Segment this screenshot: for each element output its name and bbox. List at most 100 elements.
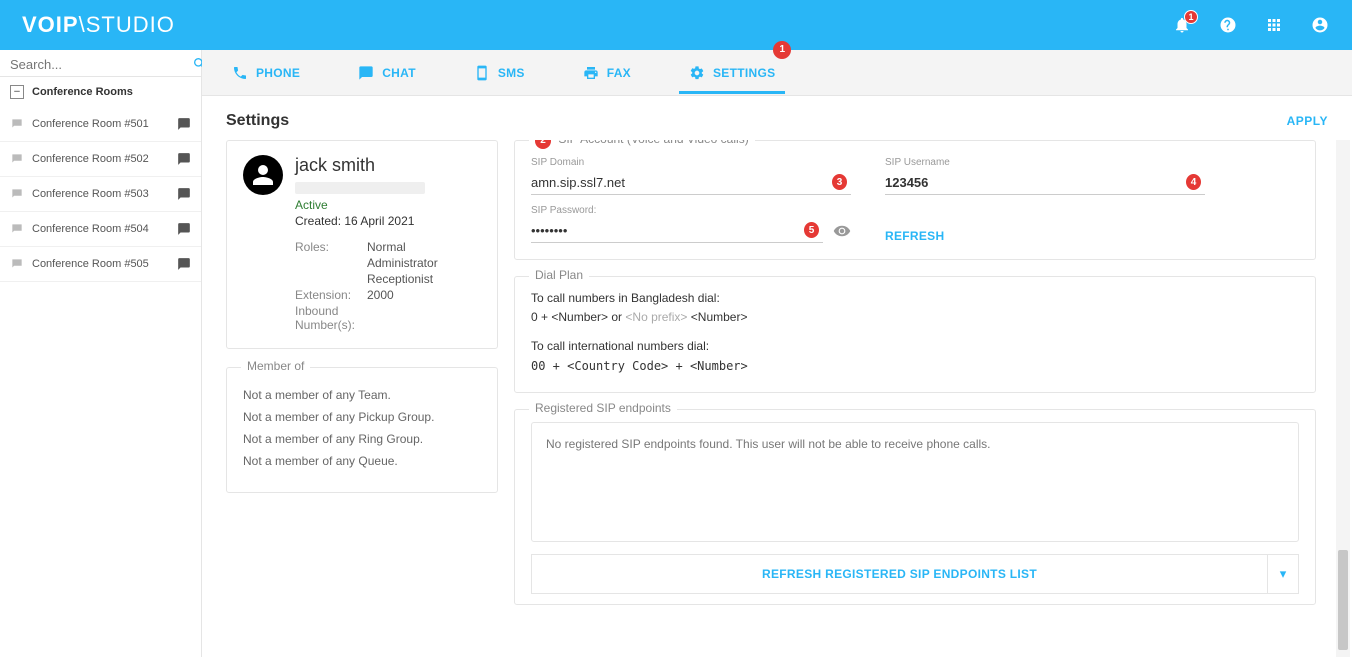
sip-account-legend: 2 SIP Account (Voice and Video calls)	[529, 140, 755, 149]
extension-value: 2000	[367, 288, 394, 302]
member-of-legend: Member of	[241, 359, 310, 373]
member-of-section: Member of Not a member of any Team. Not …	[226, 367, 498, 493]
phone-icon	[232, 65, 248, 81]
sip-password-field: SIP Password: 5	[531, 205, 851, 243]
logo-separator: \	[79, 12, 86, 37]
inbound-label: Inbound Number(s):	[295, 304, 367, 332]
logo-part1: VOIP	[22, 12, 79, 37]
fax-icon	[583, 65, 599, 81]
tab-label: PHONE	[256, 66, 300, 80]
roles-value: Administrator	[367, 256, 438, 270]
tab-label: SMS	[498, 66, 525, 80]
smartphone-icon	[474, 65, 490, 81]
dial-plan-line: To call numbers in Bangladesh dial:	[531, 289, 1299, 308]
refresh-endpoints-button-group: REFRESH REGISTERED SIP ENDPOINTS LIST ▾	[531, 554, 1299, 594]
annotation-2: 2	[535, 140, 551, 149]
dial-plan-code: 00 + <Country Code> + <Number>	[531, 357, 1299, 376]
tab-sms[interactable]: SMS	[468, 53, 531, 93]
tab-label: CHAT	[382, 66, 416, 80]
tab-label: FAX	[607, 66, 631, 80]
sip-domain-input[interactable]	[531, 175, 832, 190]
annotation-5: 5	[804, 222, 819, 238]
dial-plan-code: 0 + <Number> or <No prefix> <Number>	[531, 308, 1299, 327]
sidebar-room-item[interactable]: Conference Room #504	[0, 212, 201, 247]
refresh-button[interactable]: REFRESH	[885, 229, 1205, 243]
tab-fax[interactable]: FAX	[577, 53, 637, 93]
tab-chat[interactable]: CHAT	[352, 53, 422, 93]
sip-password-label: SIP Password:	[531, 205, 851, 216]
sidebar-room-item[interactable]: Conference Room #502	[0, 142, 201, 177]
sidebar-room-item[interactable]: Conference Room #503	[0, 177, 201, 212]
endpoints-empty-message: No registered SIP endpoints found. This …	[531, 422, 1299, 542]
tab-phone[interactable]: PHONE	[226, 53, 306, 93]
tab-label: SETTINGS	[713, 66, 775, 80]
chat-icon[interactable]	[177, 187, 191, 201]
sidebar-item-label: Conference Room #501	[32, 118, 149, 130]
sip-password-input[interactable]	[531, 223, 804, 238]
chat-icon	[358, 65, 374, 81]
annotation-3: 3	[832, 174, 847, 190]
account-icon[interactable]	[1310, 15, 1330, 35]
sidebar-item-label: Conference Room #505	[32, 258, 149, 270]
search-input[interactable]	[10, 57, 186, 72]
refresh-endpoints-dropdown[interactable]: ▾	[1267, 554, 1299, 594]
sidebar-item-label: Conference Room #504	[32, 223, 149, 235]
profile-card: jack smith Active Created: 16 April 2021…	[226, 140, 498, 349]
chat-icon[interactable]	[177, 222, 191, 236]
sip-username-input[interactable]	[885, 175, 1186, 190]
notification-badge: 1	[1184, 10, 1198, 24]
sidebar-room-item[interactable]: Conference Room #501	[0, 107, 201, 142]
sidebar-item-label: Conference Room #503	[32, 188, 149, 200]
profile-name: jack smith	[295, 155, 438, 176]
sip-domain-field: SIP Domain 3	[531, 157, 851, 195]
sip-username-field: SIP Username 4	[885, 157, 1205, 195]
avatar	[243, 155, 283, 195]
collapse-icon[interactable]: −	[10, 85, 24, 99]
chat-bubble-icon	[10, 117, 24, 131]
member-of-line: Not a member of any Queue.	[243, 454, 481, 468]
chat-icon[interactable]	[177, 152, 191, 166]
annotation-1: 1	[773, 41, 791, 59]
profile-status: Active	[295, 198, 438, 212]
roles-label: Roles:	[295, 240, 367, 254]
vertical-scrollbar[interactable]	[1336, 140, 1350, 657]
show-password-icon[interactable]	[833, 222, 851, 240]
chat-bubble-icon	[10, 222, 24, 236]
dial-plan-line: To call international numbers dial:	[531, 337, 1299, 356]
sidebar-section-header[interactable]: − Conference Rooms	[0, 77, 201, 107]
refresh-endpoints-button[interactable]: REFRESH REGISTERED SIP ENDPOINTS LIST	[531, 554, 1267, 594]
sidebar-search-row	[0, 50, 201, 77]
gear-icon	[689, 65, 705, 81]
endpoints-legend: Registered SIP endpoints	[529, 401, 677, 415]
help-icon[interactable]	[1218, 15, 1238, 35]
chat-bubble-icon	[10, 152, 24, 166]
sidebar: − Conference Rooms Conference Room #501 …	[0, 50, 202, 657]
main-tabs: PHONE CHAT SMS FAX SETTINGS 1	[202, 50, 1352, 96]
sidebar-room-item[interactable]: Conference Room #505	[0, 247, 201, 282]
tab-settings[interactable]: SETTINGS 1	[683, 53, 781, 93]
scrollbar-thumb[interactable]	[1338, 550, 1348, 650]
sip-domain-label: SIP Domain	[531, 157, 851, 168]
member-of-line: Not a member of any Team.	[243, 388, 481, 402]
roles-value: Normal	[367, 240, 406, 254]
sip-account-section: 2 SIP Account (Voice and Video calls) SI…	[514, 140, 1316, 260]
apply-button[interactable]: APPLY	[1287, 114, 1328, 128]
page-title: Settings	[226, 112, 289, 130]
roles-value: Receptionist	[367, 272, 433, 286]
apps-icon[interactable]	[1264, 15, 1284, 35]
annotation-4: 4	[1186, 174, 1201, 190]
sip-refresh: REFRESH	[885, 229, 1205, 243]
chat-icon[interactable]	[177, 117, 191, 131]
sip-username-label: SIP Username	[885, 157, 1205, 168]
logo-part2: STUDIO	[86, 12, 175, 37]
extension-label: Extension:	[295, 288, 367, 302]
profile-email-redacted	[295, 182, 425, 194]
registered-endpoints-section: Registered SIP endpoints No registered S…	[514, 409, 1316, 605]
app-logo: VOIP\STUDIO	[22, 12, 175, 38]
chat-bubble-icon	[10, 187, 24, 201]
notifications-icon[interactable]: 1	[1172, 15, 1192, 35]
app-header: VOIP\STUDIO 1	[0, 0, 1352, 50]
member-of-line: Not a member of any Ring Group.	[243, 432, 481, 446]
member-of-line: Not a member of any Pickup Group.	[243, 410, 481, 424]
chat-icon[interactable]	[177, 257, 191, 271]
